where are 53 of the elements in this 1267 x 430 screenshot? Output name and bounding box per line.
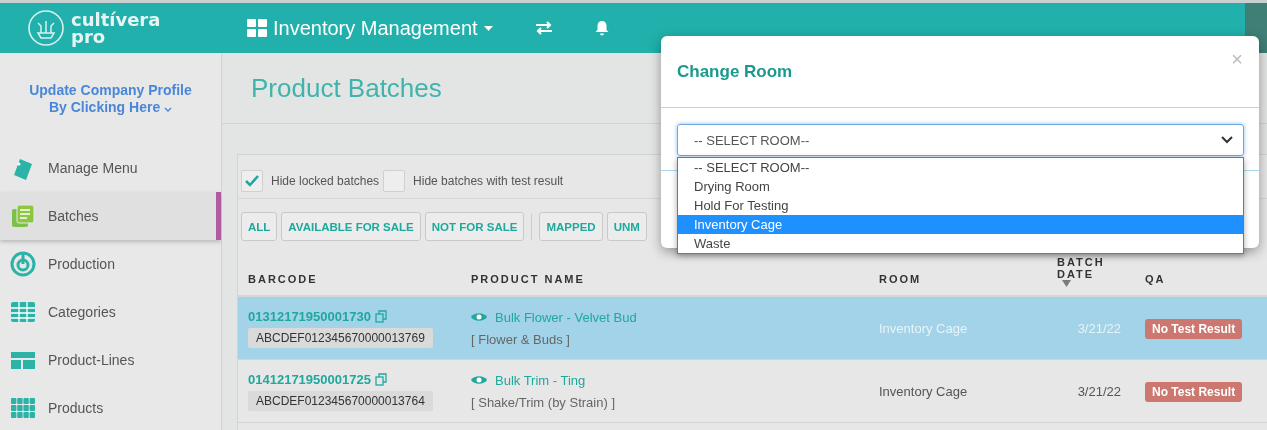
column-header[interactable]: PRODUCT NAME — [471, 273, 585, 285]
dropdown-option[interactable]: Waste — [678, 234, 1243, 253]
grid-icon — [247, 19, 267, 37]
page-title: Product Batches — [251, 72, 442, 104]
checkbox[interactable] — [383, 170, 406, 192]
sidebar-item[interactable]: Production — [0, 240, 221, 288]
dropdown-option[interactable]: Hold For Testing — [678, 196, 1243, 215]
code-tag: ABCDEF012345670000013764 — [248, 390, 433, 411]
sidebar-item[interactable]: Categories — [0, 288, 221, 336]
code-tag: ABCDEF012345670000013769 — [248, 327, 433, 348]
sidebar-item[interactable]: Product-Lines — [0, 336, 221, 384]
bell-icon[interactable] — [594, 20, 609, 36]
column-header[interactable]: QA — [1145, 273, 1166, 285]
chevron-icon — [1221, 136, 1233, 144]
table-row[interactable]: 01412171950001725 ABCDEF012345670000013764 Bulk Trim - Ting [ Shake/Trim (by Strain) ] Inventory Cage 3/21/22 No Test Result — [238, 360, 1267, 423]
column-header[interactable]: BARCODE — [248, 273, 318, 285]
logo-text: cultívera — [71, 11, 161, 28]
sidebar-item[interactable]: Manage Menu — [0, 144, 221, 192]
copy-icon[interactable] — [374, 309, 388, 323]
dropdown-option[interactable]: Inventory Cage — [678, 215, 1243, 234]
date-text: 3/21/22 — [1077, 383, 1121, 399]
dropdown-option[interactable]: -- SELECT ROOM-- — [678, 158, 1243, 177]
modal-title: Change Room — [677, 61, 793, 82]
check-icon — [245, 175, 259, 187]
table-row[interactable]: 01312171950001730 ABCDEF012345670000013769 Bulk Flower - Velvet Bud [ Flower & Buds ] Inventory Cage 3/21/22 No Test Result — [238, 297, 1267, 360]
checkbox-label: Hide batches with test result — [413, 174, 564, 188]
copy-icon[interactable] — [374, 372, 388, 386]
checkbox[interactable] — [241, 170, 263, 192]
chevron-icon — [164, 106, 173, 112]
category-text: [ Flower & Buds ] — [471, 331, 570, 347]
column-header[interactable]: BATCH DATE — [1057, 256, 1121, 287]
status-badge: No Test Result — [1145, 381, 1243, 402]
eye-icon[interactable] — [471, 312, 487, 322]
room-text: Inventory Cage — [879, 383, 968, 399]
category-text: [ Shake/Trim (by Strain) ] — [471, 394, 615, 410]
menu-item-icon — [10, 395, 36, 421]
sidebar-item[interactable]: Products — [0, 384, 221, 430]
menu-item-icon — [10, 299, 36, 325]
eye-icon[interactable] — [471, 375, 487, 385]
sidebar-item[interactable]: Batches — [0, 192, 221, 240]
dropdown-option[interactable]: Drying Room — [678, 177, 1243, 196]
checkbox-label: Hide locked batches — [271, 174, 380, 188]
caret-icon — [483, 25, 493, 31]
column-header[interactable]: ROOM — [879, 273, 922, 285]
logo-icon — [27, 9, 65, 47]
date-text: 3/21/22 — [1077, 320, 1121, 336]
room-select[interactable]: -- SELECT ROOM-- — [677, 124, 1244, 156]
logo-text: pro — [71, 28, 107, 45]
swap-icon[interactable] — [534, 21, 553, 35]
status-badge: No Test Result — [1145, 318, 1243, 339]
room-text: Inventory Cage — [879, 320, 968, 336]
menu-item-icon — [10, 251, 36, 277]
menu-item-icon — [10, 203, 36, 229]
